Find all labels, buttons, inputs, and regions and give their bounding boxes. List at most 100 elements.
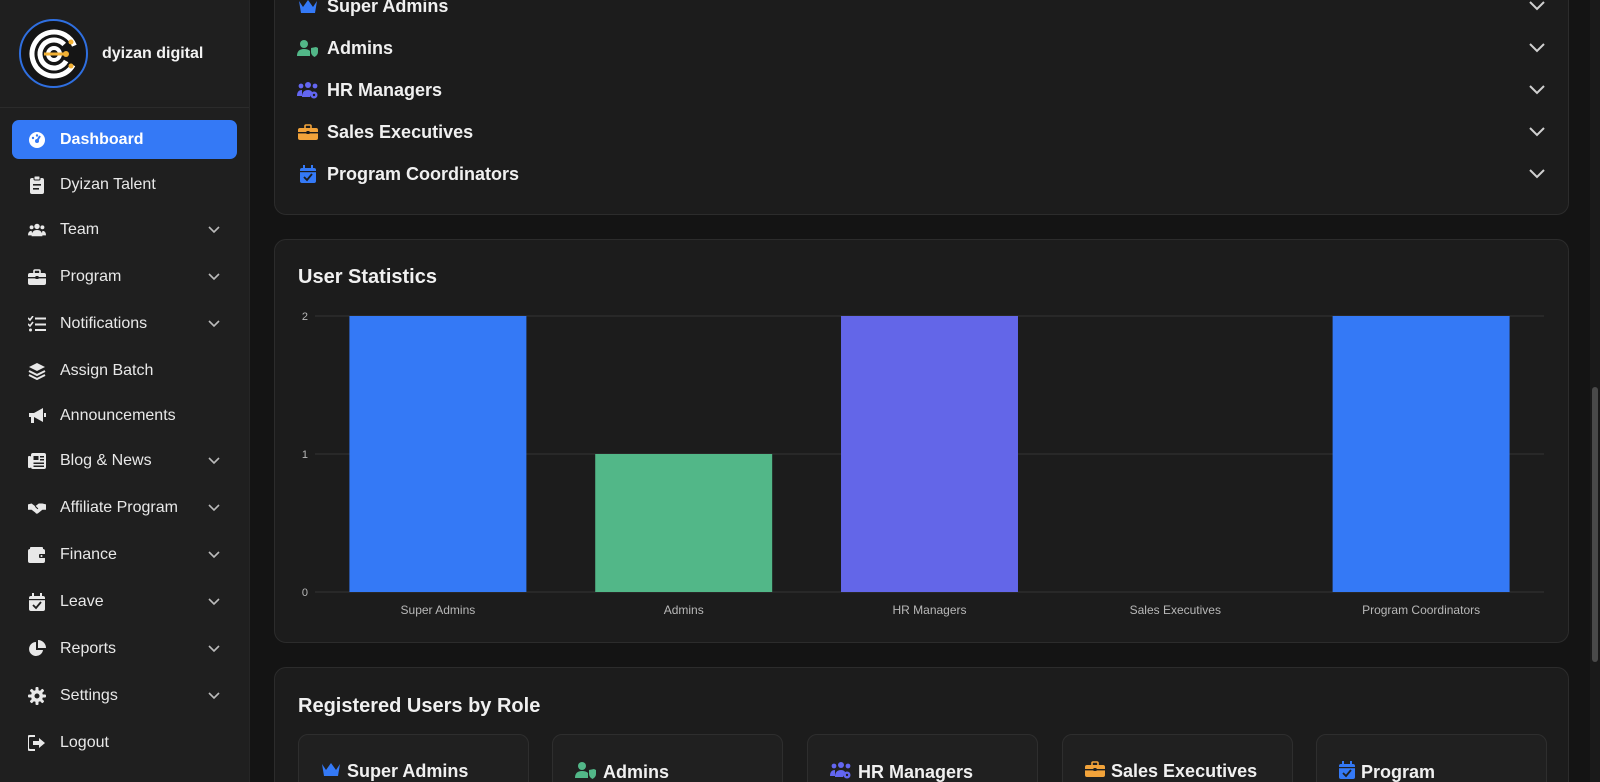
role-card-title: Super Admins [347, 761, 469, 781]
newspaper-icon [28, 452, 46, 470]
y-tick-label: 1 [302, 449, 308, 461]
bar [1332, 316, 1510, 592]
list-check-icon [28, 315, 46, 333]
sidebar-item-label: Settings [60, 686, 118, 704]
x-tick-label: HR Managers [892, 603, 966, 617]
briefcase-icon [1085, 761, 1105, 782]
role-card-super-admins[interactable]: Super Admins [298, 734, 529, 782]
scrollbar[interactable] [1590, 0, 1600, 782]
y-tick-label: 2 [302, 311, 308, 323]
chevron-down-icon [207, 548, 221, 562]
handshake-icon [28, 499, 46, 517]
sidebar: dyizan digital Dashboard Dyizan Talent T… [0, 0, 250, 782]
user-shield-icon [297, 37, 319, 59]
accordion-item-hr-managers[interactable]: HR Managers [297, 75, 1546, 105]
bar [349, 316, 527, 592]
registered-users-card: Registered Users by Role Super Admins Ad… [274, 667, 1569, 782]
sidebar-item-label: Blog & News [60, 451, 152, 469]
calendar-check-icon [297, 163, 319, 185]
clipboard-icon [28, 175, 46, 194]
sign-out-icon [28, 734, 46, 752]
calendar-check-icon [28, 592, 46, 611]
sidebar-item-label: Affiliate Program [60, 498, 178, 516]
sidebar-item-label: Leave [60, 592, 104, 610]
role-card-hr-managers[interactable]: HR Managers [807, 734, 1038, 782]
accordion-title: Admins [327, 37, 394, 58]
sidebar-item-label: Announcements [60, 406, 176, 424]
chevron-down-icon [1528, 39, 1546, 57]
sidebar-item-label: Notifications [60, 314, 148, 332]
bar [595, 454, 773, 592]
sidebar-item-label: Dashboard [60, 130, 144, 148]
sidebar-item-finance[interactable]: Finance [12, 531, 237, 578]
x-tick-label: Sales Executives [1130, 603, 1221, 617]
role-card-title: Program [1361, 762, 1436, 782]
chevron-down-icon [1528, 165, 1546, 183]
sidebar-item-label: Program [60, 267, 122, 285]
y-tick-label: 0 [302, 587, 308, 599]
main-content: Super Admins Admins HR Managers Sales Ex… [250, 0, 1600, 782]
sidebar-item-program[interactable]: Program [12, 253, 237, 300]
users-icon [28, 221, 46, 239]
chevron-down-icon [207, 317, 221, 331]
accordion-item-program-coordinators[interactable]: Program Coordinators [297, 159, 1546, 189]
sidebar-item-dyizan-talent[interactable]: Dyizan Talent [12, 163, 237, 206]
sidebar-item-label: Dyizan Talent [60, 175, 156, 193]
user-statistics-card: User Statistics 0 1 2 Super Admins Admins HR … [274, 239, 1569, 643]
role-card-sales-executives[interactable]: Sales Executives [1062, 734, 1293, 782]
brand-logo [19, 19, 88, 88]
accordion-item-sales-executives[interactable]: Sales Executives [297, 117, 1546, 147]
sidebar-item-label: Reports [60, 639, 117, 657]
bar [841, 316, 1018, 592]
briefcase-icon [297, 121, 319, 143]
gear-icon [28, 686, 46, 705]
chevron-down-icon [1528, 81, 1546, 99]
sidebar-item-logout[interactable]: Logout [12, 719, 237, 766]
users-cog-icon [297, 79, 319, 101]
scrollbar-thumb[interactable] [1592, 387, 1598, 662]
sidebar-item-label: Assign Batch [60, 361, 154, 379]
crown-icon [297, 0, 319, 17]
chevron-down-icon [207, 270, 221, 284]
briefcase-icon [28, 268, 46, 286]
sidebar-item-reports[interactable]: Reports [12, 625, 237, 672]
accordion-title: HR Managers [327, 79, 443, 100]
role-card-admins[interactable]: Admins [552, 734, 783, 782]
user-shield-icon [575, 761, 597, 782]
pie-chart-icon [28, 639, 46, 658]
sidebar-item-affiliate-program[interactable]: Affiliate Program [12, 484, 237, 531]
sidebar-item-label: Team [60, 220, 100, 238]
chevron-down-icon [207, 689, 221, 703]
sidebar-item-label: Finance [60, 545, 117, 563]
brand[interactable]: dyizan digital [0, 0, 249, 108]
role-card-title: Admins [603, 762, 670, 782]
sidebar-item-leave[interactable]: Leave [12, 578, 237, 625]
x-tick-label: Program Coordinators [1362, 603, 1480, 617]
sidebar-item-settings[interactable]: Settings [12, 672, 237, 719]
accordion-item-admins[interactable]: Admins [297, 33, 1546, 63]
sidebar-item-team[interactable]: Team [12, 206, 237, 253]
users-cog-icon [830, 761, 852, 782]
roles-accordion-card: Super Admins Admins HR Managers Sales Ex… [274, 0, 1569, 215]
chevron-down-icon [1528, 0, 1546, 15]
brand-name: dyizan digital [102, 44, 204, 62]
x-tick-label: Admins [664, 603, 704, 617]
layers-icon [28, 362, 46, 380]
sidebar-item-dashboard[interactable]: Dashboard [12, 120, 237, 159]
accordion-item-super-admins[interactable]: Super Admins [297, 0, 1546, 21]
role-card-title: HR Managers [858, 762, 974, 782]
accordion-title: Super Admins [327, 0, 449, 16]
calendar-check-icon [1339, 761, 1355, 782]
sidebar-item-blog-news[interactable]: Blog & News [12, 437, 237, 484]
sidebar-item-assign-batch[interactable]: Assign Batch [12, 347, 237, 394]
chevron-down-icon [207, 454, 221, 468]
megaphone-icon [28, 407, 46, 425]
role-card-title: Sales Executives [1111, 761, 1258, 781]
role-card-program[interactable]: Program [1316, 734, 1547, 782]
chevron-down-icon [207, 595, 221, 609]
gauge-icon [28, 131, 46, 149]
sidebar-item-notifications[interactable]: Notifications [12, 300, 237, 347]
user-statistics-chart: 0 1 2 Super Admins Admins HR Managers Sales Ex… [302, 311, 1544, 617]
chevron-down-icon [207, 501, 221, 515]
sidebar-item-announcements[interactable]: Announcements [12, 394, 237, 437]
